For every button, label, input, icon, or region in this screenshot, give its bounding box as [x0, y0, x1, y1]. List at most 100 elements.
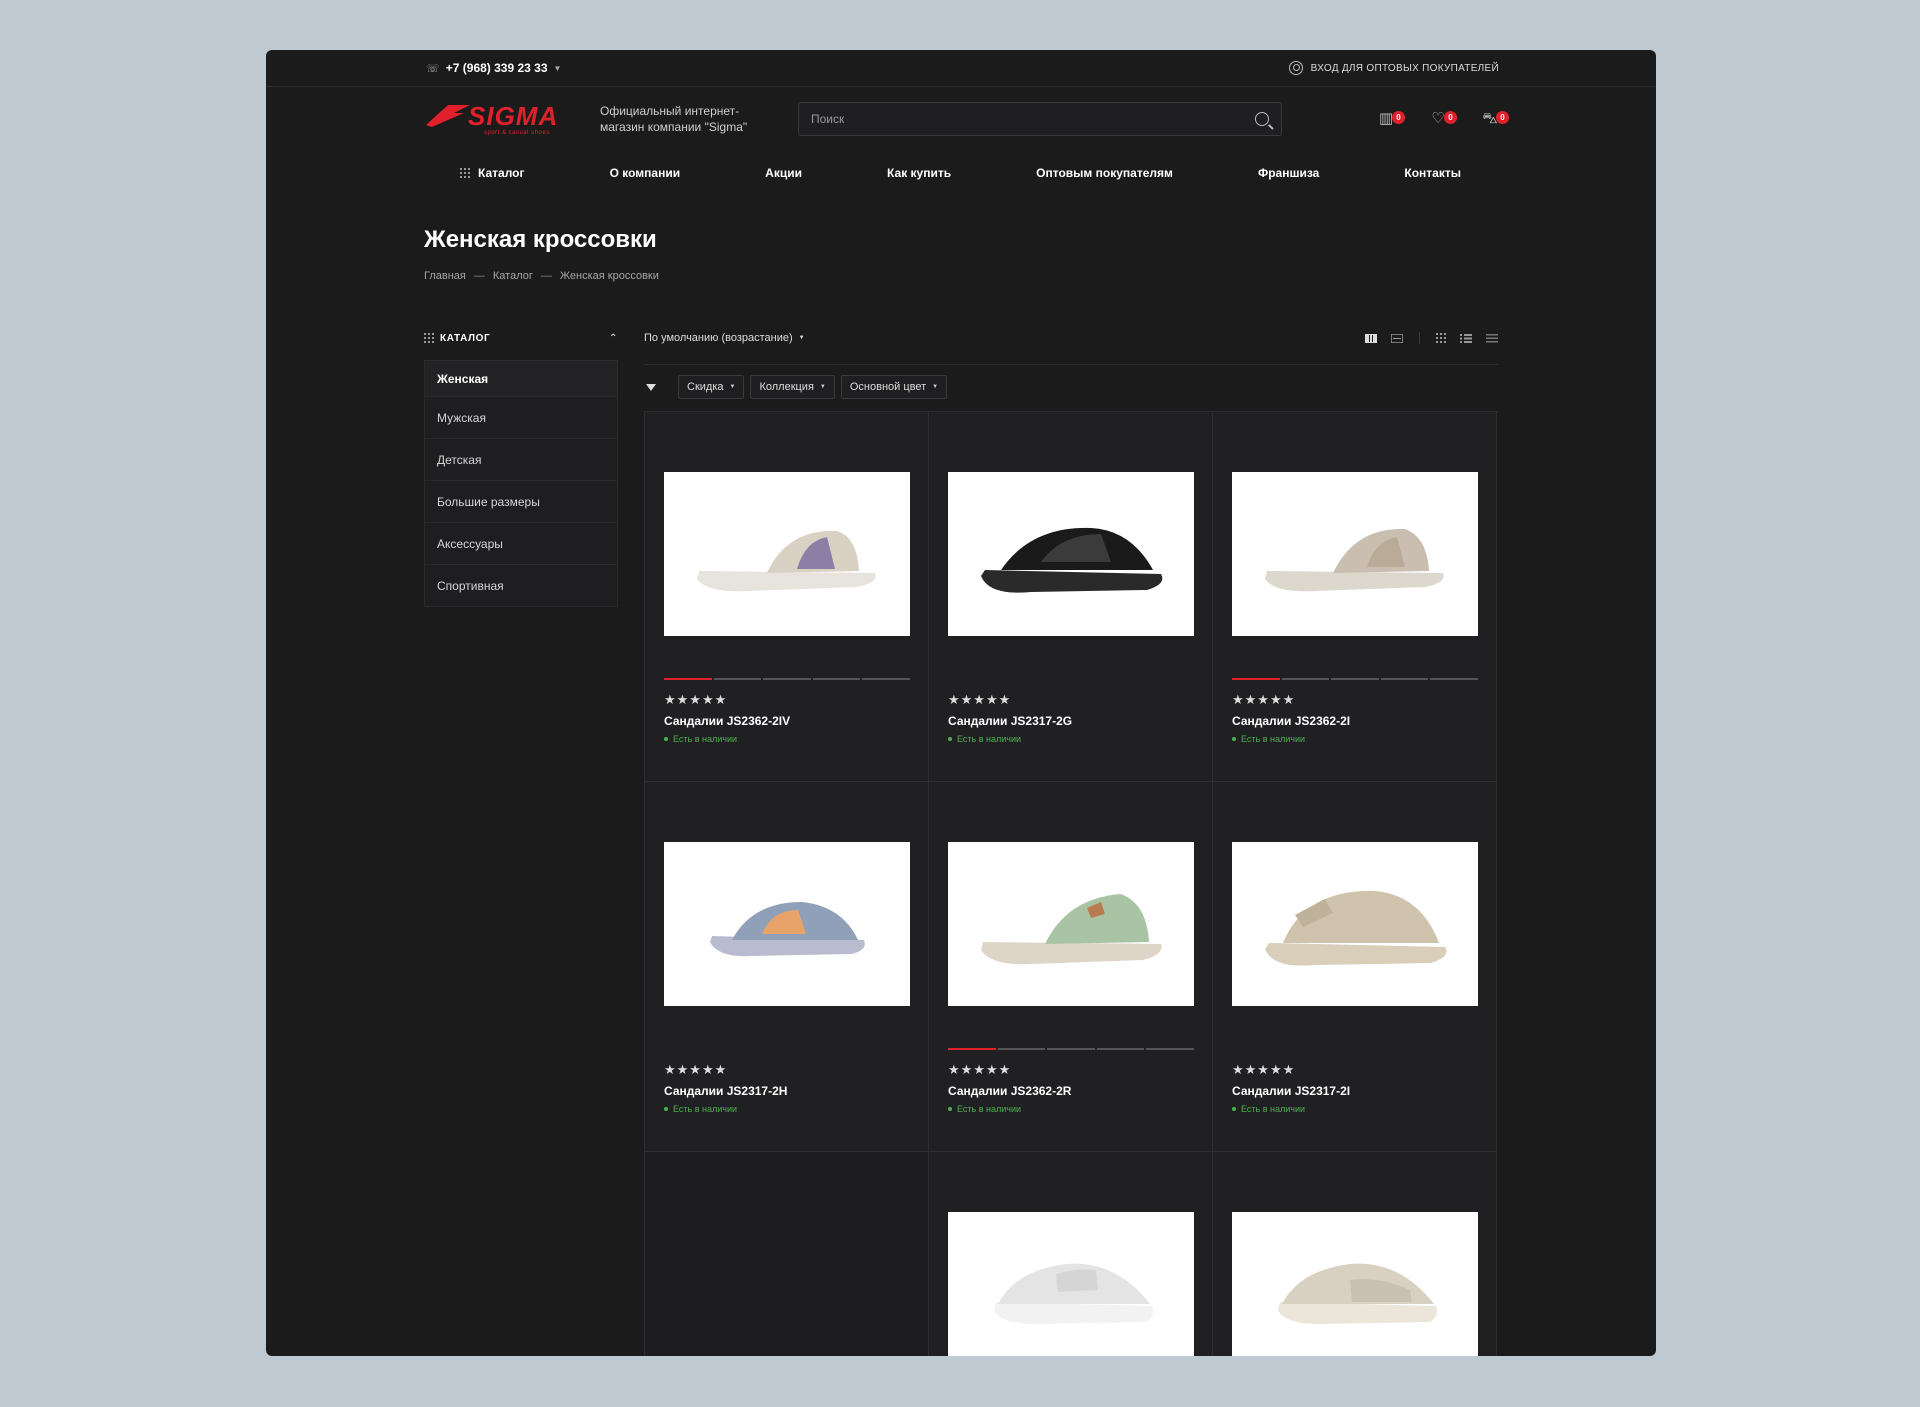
- cart-button[interactable]: ⛍ 0: [1481, 111, 1509, 127]
- sandal-image-icon: [1265, 528, 1444, 592]
- product-image[interactable]: [1232, 842, 1478, 1006]
- sort-dropdown[interactable]: По умолчанию (возрастание) ▼: [644, 332, 805, 344]
- rating-stars: ★★★★★: [1232, 692, 1296, 707]
- stock-status: Есть в наличии: [948, 734, 1021, 744]
- sidebar-item-women[interactable]: Женская: [424, 361, 618, 397]
- sidebar-item-sport[interactable]: Спортивная: [424, 565, 618, 607]
- list-view-icon[interactable]: [1460, 333, 1472, 343]
- nav-how-to-buy[interactable]: Как купить: [887, 166, 951, 180]
- breadcrumb-current: Женская кроссовки: [559, 270, 659, 282]
- product-card[interactable]: ★★★★★ Сандалии JS2317-2G Есть в наличии: [929, 412, 1213, 782]
- cart-badge: 0: [1496, 111, 1509, 124]
- logo-subtitle: sport & casual shoes: [484, 130, 550, 136]
- breadcrumb-separator: —: [540, 270, 552, 282]
- nav-catalog[interactable]: Каталог: [460, 166, 525, 180]
- grid-icon: [460, 168, 470, 178]
- sidebar-item-accessories[interactable]: Аксессуары: [424, 523, 618, 565]
- product-image[interactable]: [948, 1212, 1194, 1356]
- stock-status: Есть в наличии: [664, 1104, 737, 1114]
- sneaker-image-icon: [1278, 1263, 1438, 1324]
- favorites-badge: 0: [1444, 111, 1457, 124]
- breadcrumb-home[interactable]: Главная: [424, 270, 466, 282]
- wholesale-login-link[interactable]: ВХОД ДЛЯ ОПТОВЫХ ПОКУПАТЕЛЕЙ: [1288, 61, 1499, 75]
- nav-franchise[interactable]: Франшиза: [1258, 166, 1319, 180]
- product-card[interactable]: ★★★★★ Сандалии JS2362-2I Есть в наличии: [1213, 412, 1497, 782]
- product-card[interactable]: ★★★★★ Сандалии JS2362-2IV Есть в наличии: [645, 412, 929, 782]
- favorites-button[interactable]: ♡ 0: [1429, 110, 1457, 127]
- sidebar-item-big-sizes[interactable]: Большие размеры: [424, 481, 618, 523]
- product-card[interactable]: [929, 1152, 1213, 1356]
- breadcrumb-separator: —: [473, 270, 485, 282]
- sandal-image-icon: [981, 894, 1162, 965]
- product-image[interactable]: [1232, 1212, 1478, 1356]
- image-pager[interactable]: [948, 1048, 1194, 1050]
- product-image[interactable]: [948, 842, 1194, 1006]
- filter-main-color-label: Основной цвет: [849, 381, 927, 393]
- product-title[interactable]: Сандалии JS2362-2I: [1232, 714, 1350, 728]
- chevron-down-icon: ▼: [932, 384, 939, 390]
- nav-about[interactable]: О компании: [610, 166, 681, 180]
- nav-promotions[interactable]: Акции: [765, 166, 802, 180]
- phone-icon: ☏: [426, 62, 440, 75]
- sidebar-item-men[interactable]: Мужская: [424, 397, 618, 439]
- product-card[interactable]: ★★★★★ Сандалии JS2362-2R Есть в наличии: [929, 782, 1213, 1152]
- nav-contacts[interactable]: Контакты: [1404, 166, 1461, 180]
- view-switcher: [1365, 332, 1498, 344]
- filter-icon[interactable]: [646, 383, 656, 391]
- product-image[interactable]: [664, 842, 910, 1006]
- sandal-image-icon: [981, 527, 1163, 593]
- product-image[interactable]: [1232, 472, 1478, 636]
- filter-collection[interactable]: Коллекция ▼: [750, 375, 835, 399]
- filter-discount[interactable]: Скидка ▼: [678, 375, 745, 399]
- nav-wholesale[interactable]: Оптовым покупателям: [1036, 166, 1173, 180]
- filter-main-color[interactable]: Основной цвет ▼: [840, 375, 948, 399]
- sidebar-header[interactable]: КАТАЛОГ ⌃: [424, 328, 618, 348]
- search-box: [798, 102, 1282, 136]
- product-card[interactable]: ★★★★★ Сандалии JS2317-2I Есть в наличии: [1213, 782, 1497, 1152]
- card-view-large-icon[interactable]: [1365, 333, 1377, 343]
- divider: [644, 364, 1498, 365]
- login-label: ВХОД ДЛЯ ОПТОВЫХ ПОКУПАТЕЛЕЙ: [1310, 62, 1499, 74]
- stock-status: Есть в наличии: [1232, 1104, 1305, 1114]
- header-actions: ▥ 0 ♡ 0 ⛍ 0: [1377, 110, 1509, 127]
- filter-discount-label: Скидка: [687, 381, 724, 393]
- search-icon[interactable]: [1255, 112, 1269, 126]
- logo[interactable]: SIGMA sport & casual shoes: [424, 99, 580, 139]
- image-pager[interactable]: [1232, 678, 1478, 680]
- grid-view-icon[interactable]: [1436, 333, 1446, 343]
- product-grid: ★★★★★ Сандалии JS2362-2IV Есть в наличии…: [644, 411, 1498, 1356]
- breadcrumb: Главная — Каталог — Женская кроссовки: [424, 270, 659, 282]
- sidebar-heading: КАТАЛОГ: [440, 332, 491, 344]
- sidebar-list: Женская Мужская Детская Большие размеры …: [424, 360, 618, 607]
- compare-badge: 0: [1392, 111, 1405, 124]
- heart-icon: ♡: [1431, 110, 1445, 127]
- catalog-sidebar: КАТАЛОГ ⌃ Женская Мужская Детская Больши…: [424, 328, 618, 607]
- compare-button[interactable]: ▥ 0: [1377, 111, 1405, 127]
- product-image[interactable]: [948, 472, 1194, 636]
- stock-status: Есть в наличии: [664, 734, 737, 744]
- card-view-wide-icon[interactable]: [1391, 333, 1403, 343]
- stock-status: Есть в наличии: [1232, 734, 1305, 744]
- sandal-image-icon: [710, 902, 865, 957]
- rating-stars: ★★★★★: [664, 692, 728, 707]
- breadcrumb-catalog[interactable]: Каталог: [493, 270, 533, 282]
- grid-icon: [424, 333, 434, 343]
- product-title[interactable]: Сандалии JS2362-2IV: [664, 714, 790, 728]
- rating-stars: ★★★★★: [664, 1062, 728, 1077]
- product-title[interactable]: Сандалии JS2317-2I: [1232, 1084, 1350, 1098]
- main-nav: Каталог О компании Акции Как купить Опто…: [266, 151, 1656, 195]
- product-image[interactable]: [664, 472, 910, 636]
- product-title[interactable]: Сандалии JS2317-2G: [948, 714, 1072, 728]
- rating-stars: ★★★★★: [948, 1062, 1012, 1077]
- phone-dropdown[interactable]: ☏ +7 (968) 339 23 33 ▼: [426, 61, 561, 75]
- chevron-up-icon[interactable]: ⌃: [609, 333, 618, 344]
- table-view-icon[interactable]: [1486, 333, 1498, 343]
- sidebar-item-kids[interactable]: Детская: [424, 439, 618, 481]
- image-pager[interactable]: [664, 678, 910, 680]
- product-title[interactable]: Сандалии JS2317-2H: [664, 1084, 787, 1098]
- product-card[interactable]: [1213, 1152, 1497, 1356]
- product-card[interactable]: ★★★★★ Сандалии JS2317-2H Есть в наличии: [645, 782, 929, 1152]
- search-input[interactable]: [811, 112, 1231, 126]
- top-bar: ☏ +7 (968) 339 23 33 ▼ ВХОД ДЛЯ ОПТОВЫХ …: [266, 50, 1656, 87]
- product-title[interactable]: Сандалии JS2362-2R: [948, 1084, 1071, 1098]
